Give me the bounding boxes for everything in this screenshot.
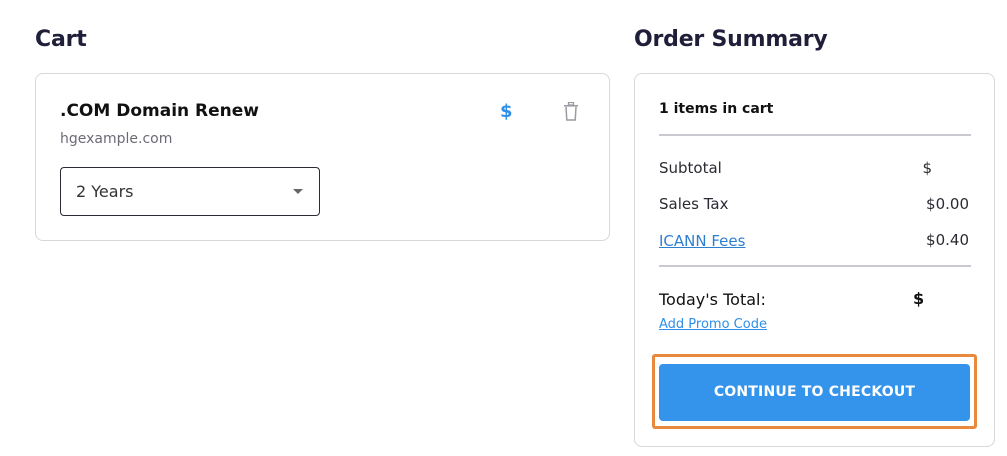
term-select-value: 2 Years — [76, 182, 134, 201]
add-promo-code-link[interactable]: Add Promo Code — [659, 317, 767, 332]
total-label: Today's Total: — [659, 290, 766, 309]
divider — [659, 134, 971, 136]
icann-fees-value: $0.40 — [926, 231, 969, 249]
divider — [659, 265, 971, 267]
term-select[interactable]: 2 Years — [60, 167, 320, 216]
trash-icon[interactable] — [563, 101, 579, 121]
total-value: $ — [913, 289, 925, 308]
cart-item-card: .COM Domain Renew hgexample.com $ 2 Year… — [35, 73, 610, 241]
items-count: 1 items in cart — [659, 101, 774, 117]
sales-tax-label: Sales Tax — [659, 195, 729, 213]
dollar-icon: $ — [500, 101, 513, 122]
icann-fees-link[interactable]: ICANN Fees — [659, 232, 745, 250]
chevron-down-icon — [293, 189, 303, 194]
sales-tax-value: $0.00 — [926, 195, 969, 213]
subtotal-label: Subtotal — [659, 159, 722, 177]
continue-to-checkout-button[interactable]: CONTINUE TO CHECKOUT — [659, 364, 970, 421]
subtotal-value: $ — [922, 159, 932, 177]
order-summary-heading: Order Summary — [634, 27, 828, 52]
item-domain: hgexample.com — [60, 131, 173, 147]
cart-heading: Cart — [35, 27, 87, 52]
item-title: .COM Domain Renew — [60, 101, 260, 121]
